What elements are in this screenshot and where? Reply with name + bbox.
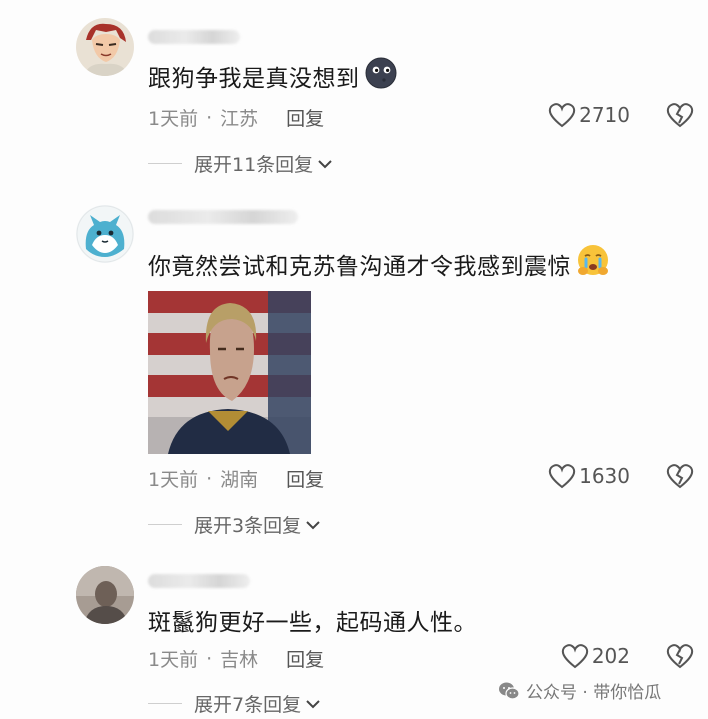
comment-1-text: 跟狗争我是真没想到: [148, 56, 398, 96]
comment-3-avatar[interactable]: [76, 566, 134, 624]
comment-3-meta: 1天前 · 吉林 回复: [148, 645, 324, 672]
comment-2-text: 你竟然尝试和克苏鲁沟通才令我感到震惊: [148, 243, 611, 285]
watermark-text: 公众号 · 带你恰瓜: [526, 683, 662, 703]
comment-2-time: 1天前: [148, 469, 199, 491]
comment-2-dislike-button[interactable]: [666, 463, 694, 493]
divider-line: [148, 523, 182, 526]
broken-heart-icon: [666, 464, 694, 489]
comment-2-meta: 1天前 · 湖南 回复: [148, 465, 324, 492]
heart-icon: [548, 464, 576, 489]
man-in-front-of-flag-photo[interactable]: [148, 291, 311, 454]
comment-1-location: 江苏: [220, 108, 259, 130]
comment-3-expand-replies[interactable]: 展开7条回复: [148, 690, 321, 717]
dark-moon-face-emoji-icon: [364, 56, 398, 96]
chevron-down-icon: [306, 699, 320, 708]
comment-1-like-button[interactable]: 2710: [548, 102, 630, 128]
comment-2-username[interactable]: [148, 210, 298, 224]
comment-1-expand-replies[interactable]: 展开11条回复: [148, 150, 333, 177]
meta-separator: ·: [206, 467, 213, 490]
comment-1-reply-button[interactable]: 回复: [286, 104, 324, 131]
comment-2-like-button[interactable]: 1630: [548, 463, 630, 489]
comment-3-like-count: 202: [591, 644, 630, 668]
comment-1-avatar[interactable]: [76, 18, 134, 76]
meta-separator: ·: [206, 647, 213, 670]
comment-3-dislike-button[interactable]: [666, 643, 694, 673]
broken-heart-icon: [666, 103, 694, 128]
comment-2-expand-replies[interactable]: 展开3条回复: [148, 511, 321, 538]
comment-3-text: 斑鬣狗更好一些，起码通人性。: [148, 610, 477, 636]
comment-1-dislike-button[interactable]: [666, 102, 694, 132]
comment-1-time: 1天前: [148, 108, 199, 130]
comment-1-username[interactable]: [148, 30, 240, 44]
heart-icon: [548, 103, 576, 128]
watermark: 公众号 · 带你恰瓜: [498, 678, 661, 703]
crying-face-emoji-icon: [575, 243, 611, 285]
comment-2-location: 湖南: [220, 469, 259, 491]
divider-line: [148, 702, 182, 705]
comment-section: 跟狗争我是真没想到 1天前 · 江苏 回复 2710 展开11条回复 你竟然尝试…: [0, 0, 708, 719]
comment-3-like-button[interactable]: 202: [561, 643, 630, 669]
comment-3-username[interactable]: [148, 574, 250, 588]
comment-2-reply-button[interactable]: 回复: [286, 465, 324, 492]
chevron-down-icon: [318, 159, 332, 168]
wechat-icon: [499, 682, 520, 700]
comment-3-reply-button[interactable]: 回复: [286, 645, 324, 672]
chevron-down-icon: [306, 520, 320, 529]
comment-2-avatar[interactable]: [76, 205, 134, 263]
divider-line: [148, 162, 182, 165]
comment-3-location: 吉林: [220, 649, 259, 671]
comment-1-meta: 1天前 · 江苏 回复: [148, 104, 324, 131]
comment-3-time: 1天前: [148, 649, 199, 671]
heart-icon: [561, 644, 588, 669]
comment-2-like-count: 1630: [579, 464, 630, 488]
broken-heart-icon: [666, 644, 694, 669]
meta-separator: ·: [206, 106, 213, 129]
comment-1-like-count: 2710: [579, 103, 630, 127]
